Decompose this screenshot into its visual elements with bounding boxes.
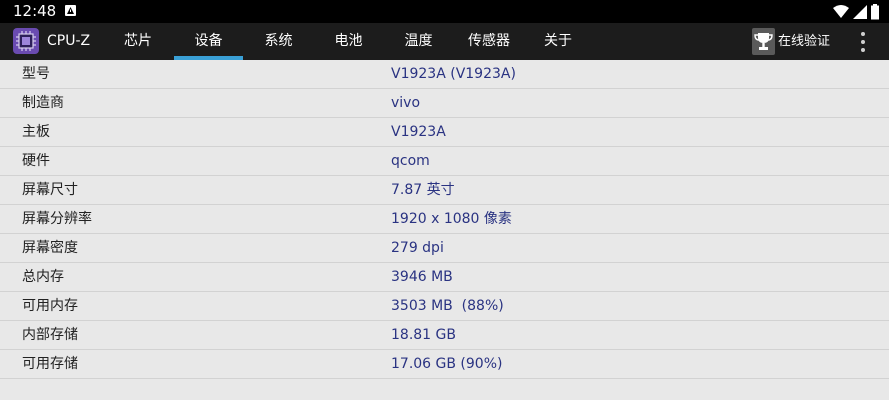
row-value: V1923A xyxy=(391,124,446,140)
tab-label: 关于 xyxy=(544,33,572,49)
row-label: 可用内存 xyxy=(22,298,78,314)
list-item: 总内存 3946 MB xyxy=(0,263,889,292)
tab-device[interactable]: 设备 xyxy=(174,23,243,60)
tab-thermal[interactable]: 温度 xyxy=(384,23,453,60)
row-value: 3503 MB (88%) xyxy=(391,298,504,314)
row-label: 可用存储 xyxy=(22,356,78,372)
list-item: 内部存储 18.81 GB xyxy=(0,321,889,350)
row-value: 279 dpi xyxy=(391,240,444,256)
row-label: 屏幕分辨率 xyxy=(22,211,92,227)
overflow-menu-icon[interactable] xyxy=(855,30,871,54)
status-bar: 12:48 xyxy=(0,0,889,23)
list-item: 屏幕尺寸 7.87 英寸 xyxy=(0,176,889,205)
list-item: 可用内存 3503 MB (88%) xyxy=(0,292,889,321)
row-label: 总内存 xyxy=(22,269,64,285)
status-time: 12:48 xyxy=(13,2,57,20)
row-value: 7.87 英寸 xyxy=(391,182,455,198)
tab-label: 传感器 xyxy=(468,33,510,49)
row-value: V1923A (V1923A) xyxy=(391,66,516,82)
row-value: 3946 MB xyxy=(391,269,453,285)
list-item: 型号 V1923A (V1923A) xyxy=(0,60,889,89)
row-label: 屏幕尺寸 xyxy=(22,182,78,198)
row-value: 1920 x 1080 像素 xyxy=(391,211,512,227)
row-label: 型号 xyxy=(22,66,50,82)
row-value: 17.06 GB (90%) xyxy=(391,356,503,372)
status-icons xyxy=(833,4,879,20)
trophy-icon xyxy=(752,28,775,55)
device-info-list: 型号 V1923A (V1923A) 制造商 vivo 主板 V1923A 硬件 qco… xyxy=(0,60,889,400)
list-item: 制造商 vivo xyxy=(0,89,889,118)
row-label: 主板 xyxy=(22,124,50,140)
row-value: 18.81 GB xyxy=(391,327,456,343)
alert-notification-icon xyxy=(65,5,76,16)
tab-label: 电池 xyxy=(334,33,363,49)
list-item: 硬件 qcom xyxy=(0,147,889,176)
tab-battery[interactable]: 电池 xyxy=(314,23,383,60)
app-bar: CPU-Z 芯片 设备 系统 电池 温度 传感器 关于 在线验证 xyxy=(0,23,889,60)
tab-label: 芯片 xyxy=(124,33,152,49)
row-label: 制造商 xyxy=(22,95,64,111)
wifi-icon xyxy=(833,5,849,18)
app-title: CPU-Z xyxy=(47,33,91,49)
tab-label: 温度 xyxy=(404,33,433,49)
cpu-z-logo-icon xyxy=(13,28,39,54)
signal-icon xyxy=(853,5,867,19)
tab-label: 设备 xyxy=(194,33,223,49)
row-label: 屏幕密度 xyxy=(22,240,78,256)
battery-icon xyxy=(871,4,879,20)
tab-soc[interactable]: 芯片 xyxy=(104,23,172,60)
row-label: 硬件 xyxy=(22,153,50,169)
list-item: 屏幕分辨率 1920 x 1080 像素 xyxy=(0,205,889,234)
list-item: 可用存储 17.06 GB (90%) xyxy=(0,350,889,379)
online-validation-label: 在线验证 xyxy=(778,34,831,49)
tab-about[interactable]: 关于 xyxy=(524,23,592,60)
tab-label: 系统 xyxy=(264,33,293,49)
list-item: 屏幕密度 279 dpi xyxy=(0,234,889,263)
row-label: 内部存储 xyxy=(22,327,78,343)
row-value: vivo xyxy=(391,95,421,111)
tab-sensors[interactable]: 传感器 xyxy=(454,23,524,60)
row-value: qcom xyxy=(391,153,430,169)
tab-system[interactable]: 系统 xyxy=(244,23,313,60)
list-item: 主板 V1923A xyxy=(0,118,889,147)
